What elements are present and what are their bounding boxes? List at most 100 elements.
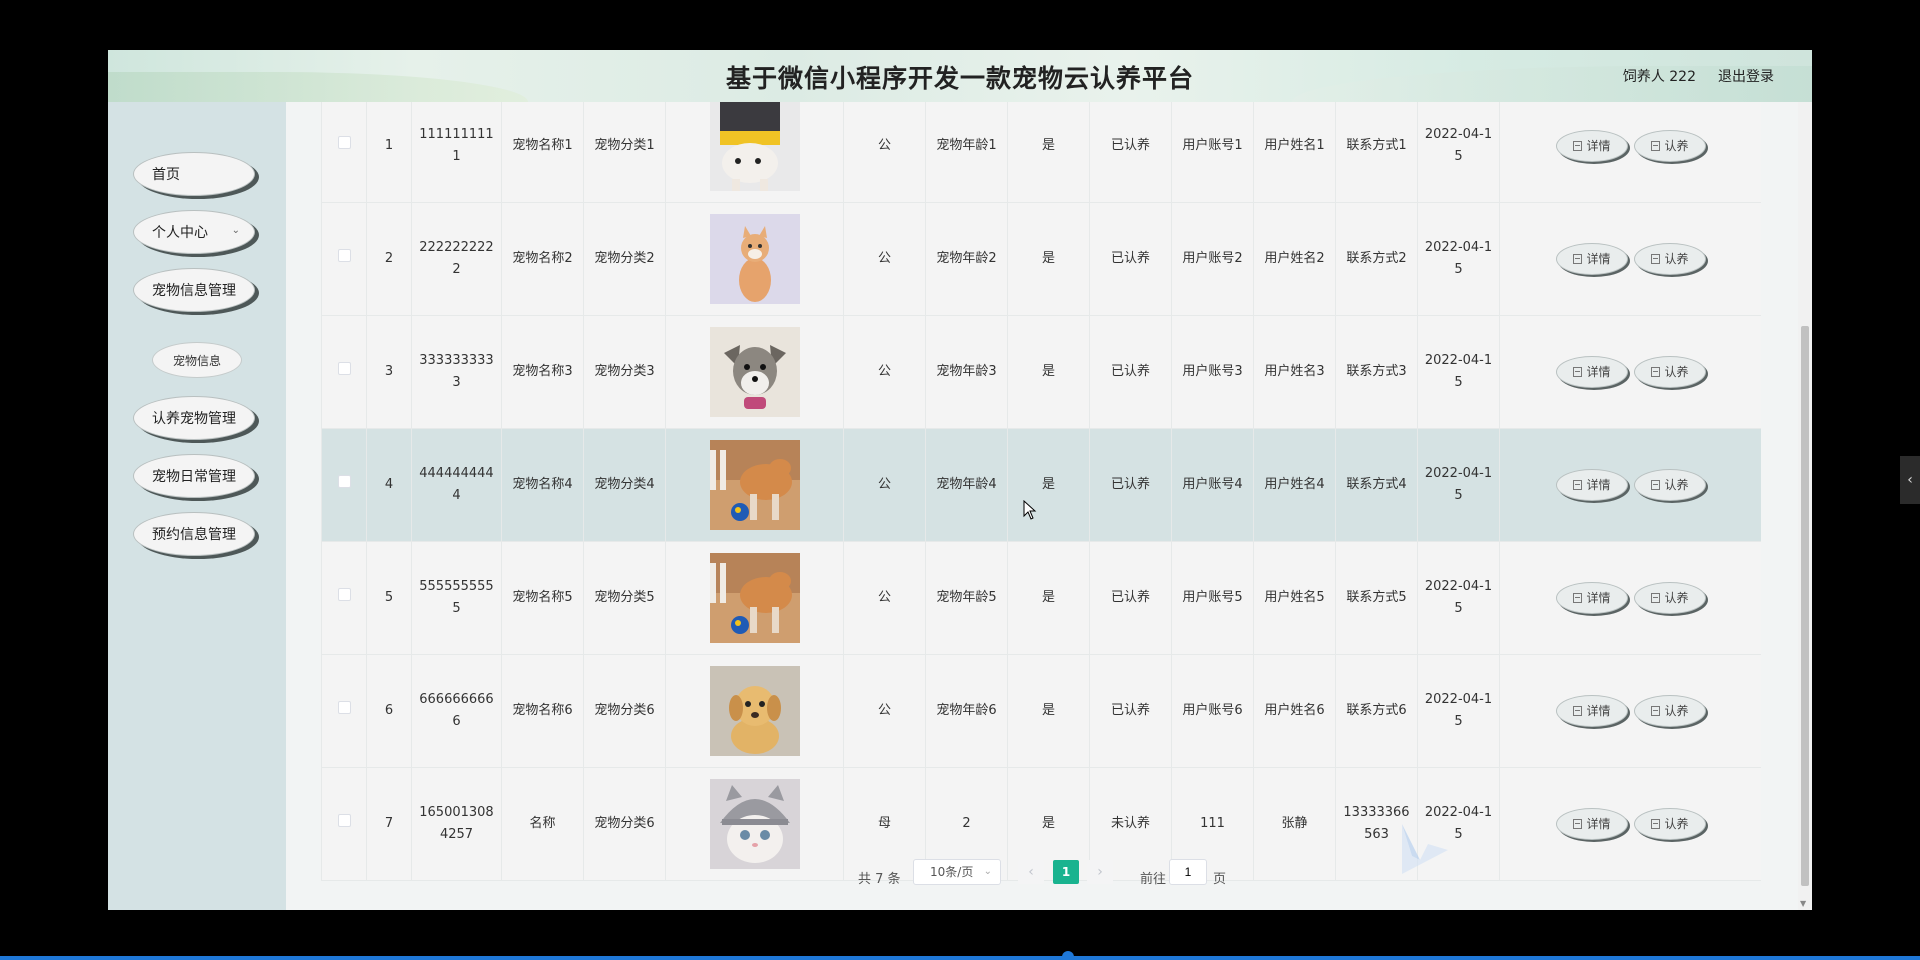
adopt-button[interactable]: 认养 [1634, 808, 1706, 840]
row-select-cell[interactable] [321, 202, 367, 316]
progress-bar [0, 956, 1920, 960]
document-icon [1651, 141, 1661, 151]
adopt-label: 认养 [1664, 365, 1689, 379]
row-checkbox[interactable] [337, 362, 351, 375]
next-page-button[interactable]: › [1087, 860, 1113, 884]
table-row[interactable]: 4 4444444444 宠物名称4 宠物分类4 公宠物年龄4 是已认养 用户账号4 用户姓名… [321, 428, 1761, 542]
screen: 基于微信小程序开发一款宠物云认养平台 饲养人 222 退出登录 首页 个人中心 ⌄… [0, 0, 1920, 960]
pet-code: 1111111111 [411, 102, 502, 203]
logout-button[interactable]: 退出登录 [1718, 66, 1774, 86]
pet-photo [709, 102, 800, 191]
user-name: 用户姓名4 [1253, 428, 1336, 542]
pet-flag: 是 [1007, 315, 1090, 429]
detail-label: 详情 [1586, 591, 1611, 605]
pet-photo [709, 214, 800, 304]
pet-flag: 是 [1007, 202, 1090, 316]
adopt-button[interactable]: 认养 [1634, 356, 1706, 388]
adopt-status: 已认养 [1089, 102, 1172, 203]
pet-age: 宠物年龄4 [925, 428, 1008, 542]
adopt-button[interactable]: 认养 [1634, 695, 1706, 727]
pet-image-cell [665, 202, 844, 316]
row-select-cell[interactable] [321, 654, 367, 768]
row-actions: 详情 认养 [1499, 315, 1761, 429]
pet-photo [709, 440, 800, 530]
sidebar-item-adopt-management[interactable]: 认养宠物管理 [133, 396, 255, 440]
detail-button[interactable]: 详情 [1556, 130, 1628, 162]
document-icon [1651, 819, 1661, 829]
row-checkbox[interactable] [337, 475, 351, 488]
detail-button[interactable]: 详情 [1556, 243, 1628, 275]
pet-photo [709, 553, 800, 643]
row-select-cell[interactable] [321, 315, 367, 429]
pet-flag: 是 [1007, 428, 1090, 542]
user-account: 用户账号2 [1171, 202, 1254, 316]
sidebar-item-personal-center[interactable]: 个人中心 ⌄ [133, 210, 255, 254]
prev-page-button[interactable]: ‹ [1018, 860, 1044, 884]
adopt-button[interactable]: 认养 [1634, 243, 1706, 275]
create-date: 2022-04-15 [1417, 102, 1500, 203]
row-index: 6 [366, 654, 412, 768]
pet-image-cell [665, 654, 844, 768]
row-select-cell[interactable] [321, 428, 367, 542]
row-checkbox[interactable] [337, 136, 351, 149]
table-row[interactable]: 5 5555555555 宠物名称5 宠物分类5 公宠物年龄5 是已认养 用户账号5 用户姓名… [321, 541, 1761, 655]
sidebar-subitem-pet-info[interactable]: 宠物信息 [152, 342, 242, 378]
user-account: 用户账号1 [1171, 102, 1254, 203]
total-count: 共 7 条 [858, 872, 901, 887]
pet-age: 宠物年龄6 [925, 654, 1008, 768]
document-icon [1651, 367, 1661, 377]
scroll-down-icon[interactable]: ▼ [1800, 899, 1806, 908]
pet-category: 宠物分类1 [583, 102, 666, 203]
pet-flag: 是 [1007, 541, 1090, 655]
row-checkbox[interactable] [337, 814, 351, 827]
pet-category: 宠物分类6 [583, 654, 666, 768]
table-row[interactable]: 2 2222222222 宠物名称2 宠物分类2 公宠物年龄2 是已认养 用户账号2 用户姓名… [321, 202, 1761, 316]
adopt-button[interactable]: 认养 [1634, 130, 1706, 162]
adopt-button[interactable]: 认养 [1634, 469, 1706, 501]
pet-name: 宠物名称3 [501, 315, 584, 429]
detail-label: 详情 [1586, 704, 1611, 718]
pet-name: 宠物名称1 [501, 102, 584, 203]
row-actions: 详情 认养 [1499, 202, 1761, 316]
pet-code: 3333333333 [411, 315, 502, 429]
detail-label: 详情 [1586, 365, 1611, 379]
page-number-current[interactable]: 1 [1053, 860, 1079, 884]
row-checkbox[interactable] [337, 701, 351, 714]
row-index: 4 [366, 428, 412, 542]
adopt-button[interactable]: 认养 [1634, 582, 1706, 614]
user-label: 饲养人 222 [1622, 69, 1696, 85]
detail-button[interactable]: 详情 [1556, 469, 1628, 501]
table-row[interactable]: 6 6666666666 宠物名称6 宠物分类6 公宠物年龄6 是已认养 用户账号6 用户姓名… [321, 654, 1761, 768]
page-size-select[interactable]: 10条/页 ⌄ [913, 859, 1001, 885]
detail-button[interactable]: 详情 [1556, 695, 1628, 727]
goto-page-input[interactable] [1169, 859, 1207, 885]
table-row[interactable]: 3 3333333333 宠物名称3 宠物分类3 公宠物年龄3 是已认养 用户账号3 用户姓名… [321, 315, 1761, 429]
pet-name: 宠物名称6 [501, 654, 584, 768]
row-actions: 详情 认养 [1499, 541, 1761, 655]
detail-button[interactable]: 详情 [1556, 356, 1628, 388]
vertical-scrollbar[interactable]: ▼ [1798, 102, 1812, 910]
document-icon [1651, 706, 1661, 716]
row-select-cell[interactable] [321, 541, 367, 655]
chevron-left-icon[interactable]: ‹ [1900, 456, 1920, 504]
row-checkbox[interactable] [337, 588, 351, 601]
scrollbar-thumb[interactable] [1801, 326, 1809, 886]
row-index: 2 [366, 202, 412, 316]
user-name: 用户姓名5 [1253, 541, 1336, 655]
row-checkbox[interactable] [337, 249, 351, 262]
pet-photo [709, 666, 800, 756]
row-index: 1 [366, 102, 412, 203]
sidebar-item-pet-info-management[interactable]: 宠物信息管理 [133, 268, 255, 312]
progress-handle[interactable] [1062, 951, 1074, 960]
detail-label: 详情 [1586, 817, 1611, 831]
sidebar-item-home[interactable]: 首页 [133, 152, 255, 196]
detail-button[interactable]: 详情 [1556, 582, 1628, 614]
table-row[interactable]: 1 1111111111 宠物名称1 宠物分类1 公宠物年龄1 是已认养 用户账号1 用户姓名… [321, 102, 1761, 203]
row-select-cell[interactable] [321, 102, 367, 203]
create-date: 2022-04-15 [1417, 315, 1500, 429]
sidebar-item-appointment-management[interactable]: 预约信息管理 [133, 512, 255, 556]
detail-button[interactable]: 详情 [1556, 808, 1628, 840]
adopt-status: 已认养 [1089, 202, 1172, 316]
pet-image-cell [665, 428, 844, 542]
sidebar-item-daily-management[interactable]: 宠物日常管理 [133, 454, 255, 498]
